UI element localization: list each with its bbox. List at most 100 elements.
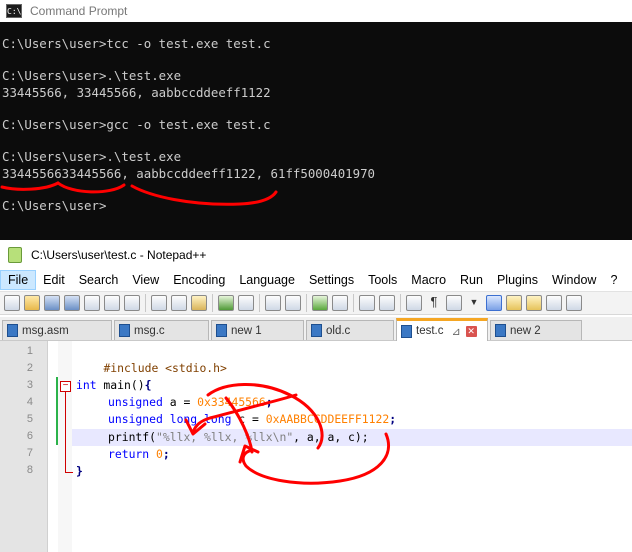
menu-encoding[interactable]: Encoding bbox=[166, 271, 232, 289]
sync-horizontal-icon[interactable] bbox=[379, 295, 395, 311]
replace-icon[interactable] bbox=[285, 295, 301, 311]
line-number-gutter: 1 2 3 4 5 6 7 8 bbox=[0, 341, 48, 552]
line-number: 3 bbox=[26, 379, 33, 391]
tab-label: msg.asm bbox=[22, 324, 69, 337]
print-icon[interactable] bbox=[124, 295, 140, 311]
code-line-1: #include <stdio.h> bbox=[76, 343, 226, 375]
code-text: main() bbox=[96, 378, 145, 392]
cmd-line bbox=[0, 182, 632, 198]
code-line-7: return 0; bbox=[108, 446, 170, 463]
file-saved-icon bbox=[401, 324, 412, 338]
fold-collapse-icon[interactable]: − bbox=[60, 381, 71, 392]
menu-file[interactable]: File bbox=[0, 270, 37, 290]
close-icon[interactable]: ✕ bbox=[465, 325, 477, 337]
notepad-plus-plus-logo-icon bbox=[8, 247, 22, 263]
undo-icon[interactable] bbox=[218, 295, 234, 311]
toolbar-separator bbox=[212, 294, 213, 312]
line-number: 6 bbox=[26, 430, 33, 442]
brace: } bbox=[76, 464, 83, 478]
semicolon: ; bbox=[389, 412, 397, 426]
macro-record-icon[interactable] bbox=[566, 295, 582, 311]
menu-search[interactable]: Search bbox=[72, 271, 126, 289]
cmd-app-icon: C:\ bbox=[6, 4, 22, 18]
tab-test-c[interactable]: test.c ⊿ ✕ bbox=[396, 318, 488, 341]
code-text: , a, a, c); bbox=[293, 430, 369, 444]
menu-window[interactable]: Window bbox=[545, 271, 603, 289]
pin-icon[interactable]: ⊿ bbox=[451, 325, 460, 338]
toolbar-separator bbox=[145, 294, 146, 312]
code-line-4: unsigned a = 0x33445566; bbox=[108, 394, 273, 411]
sync-vertical-icon[interactable] bbox=[359, 295, 375, 311]
language-icon[interactable] bbox=[486, 295, 502, 311]
brace: { bbox=[144, 378, 152, 392]
cmd-line bbox=[0, 101, 632, 117]
file-saved-icon bbox=[7, 324, 18, 337]
line-number: 4 bbox=[26, 396, 33, 408]
file-saved-icon bbox=[216, 324, 227, 337]
tab-new-2[interactable]: new 2 bbox=[490, 320, 582, 340]
cmd-line: C:\Users\user>.\test.exe bbox=[2, 149, 182, 165]
cmd-titlebar: C:\ Command Prompt bbox=[0, 0, 632, 22]
cmd-line bbox=[0, 52, 632, 68]
function-list-icon[interactable] bbox=[546, 295, 562, 311]
redo-icon[interactable] bbox=[238, 295, 254, 311]
cmd-line: C:\Users\user>gcc -o test.exe test.c bbox=[2, 116, 271, 132]
word-wrap-icon[interactable] bbox=[406, 295, 422, 311]
tab-new-1[interactable]: new 1 bbox=[211, 320, 304, 340]
line-number: 7 bbox=[26, 447, 33, 459]
keyword: unsigned long long bbox=[108, 412, 232, 426]
folder-as-workspace-icon[interactable] bbox=[506, 295, 522, 311]
save-icon[interactable] bbox=[44, 295, 60, 311]
number-literal: 0 bbox=[149, 447, 163, 461]
keyword: int bbox=[76, 378, 97, 392]
code-line-5: unsigned long long c = 0xAABBCCDDEEFF112… bbox=[108, 411, 396, 428]
number-literal: 0xAABBCCDDEEFF1122 bbox=[265, 412, 390, 426]
file-saved-icon bbox=[495, 324, 506, 337]
semicolon: ; bbox=[265, 395, 273, 409]
save-all-icon[interactable] bbox=[64, 295, 80, 311]
tab-label: old.c bbox=[326, 324, 351, 337]
chevron-down-icon[interactable]: ▼ bbox=[466, 295, 482, 311]
paste-icon[interactable] bbox=[191, 295, 207, 311]
tab-msg-c[interactable]: msg.c bbox=[114, 320, 209, 340]
open-file-icon[interactable] bbox=[24, 295, 40, 311]
line-number: 5 bbox=[26, 413, 33, 425]
line-number: 2 bbox=[26, 362, 33, 374]
menu-plugins[interactable]: Plugins bbox=[490, 271, 545, 289]
keyword: unsigned bbox=[108, 395, 163, 409]
copy-icon[interactable] bbox=[171, 295, 187, 311]
menu-edit[interactable]: Edit bbox=[36, 271, 72, 289]
zoom-in-icon[interactable] bbox=[312, 295, 328, 311]
document-map-icon[interactable] bbox=[526, 295, 542, 311]
indent-guide-icon[interactable] bbox=[446, 295, 462, 311]
new-file-icon[interactable] bbox=[4, 295, 20, 311]
code-text: a = bbox=[162, 395, 198, 409]
menu-view[interactable]: View bbox=[125, 271, 166, 289]
close-all-icon[interactable] bbox=[104, 295, 120, 311]
show-all-chars-icon[interactable]: ¶ bbox=[426, 295, 442, 311]
cmd-line: C:\Users\user>.\test.exe bbox=[2, 68, 182, 84]
cut-icon[interactable] bbox=[151, 295, 167, 311]
zoom-out-icon[interactable] bbox=[332, 295, 348, 311]
menu-tools[interactable]: Tools bbox=[361, 271, 404, 289]
code-editor[interactable]: 1 2 3 4 5 6 7 8 − #include <stdio.h> int… bbox=[0, 341, 632, 552]
tab-old-c[interactable]: old.c bbox=[306, 320, 394, 340]
line-number: 1 bbox=[26, 345, 33, 357]
menu-language[interactable]: Language bbox=[232, 271, 302, 289]
number-literal: 0x33445566 bbox=[197, 395, 266, 409]
tab-label: test.c bbox=[416, 325, 444, 337]
file-saved-icon bbox=[119, 324, 130, 337]
fold-line bbox=[65, 392, 66, 472]
close-file-icon[interactable] bbox=[84, 295, 100, 311]
tab-msg-asm[interactable]: msg.asm bbox=[2, 320, 112, 340]
function-call: printf( bbox=[108, 430, 157, 444]
tab-label: new 2 bbox=[510, 324, 541, 337]
menu-settings[interactable]: Settings bbox=[302, 271, 361, 289]
find-icon[interactable] bbox=[265, 295, 281, 311]
code-line-8: } bbox=[76, 463, 83, 480]
menu-help[interactable]: ? bbox=[603, 271, 624, 289]
file-saved-icon bbox=[311, 324, 322, 337]
cmd-console[interactable]: C:\Users\user>tcc -o test.exe test.c C:\… bbox=[0, 22, 632, 240]
menu-run[interactable]: Run bbox=[453, 271, 490, 289]
menu-macro[interactable]: Macro bbox=[404, 271, 453, 289]
